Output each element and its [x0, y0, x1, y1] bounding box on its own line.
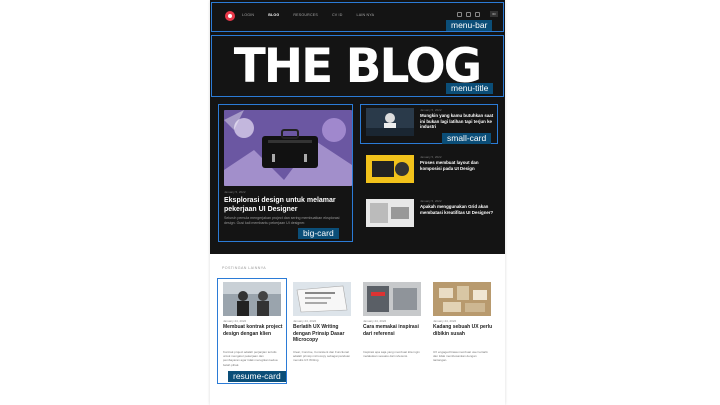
resume-card-excerpt: Inspirasi apa saja yang membuat kita ing… — [363, 350, 420, 359]
resume-card-date: January 24, 2022 — [293, 319, 317, 323]
small-card-date: January 5, 2022 — [420, 155, 442, 159]
resume-card-image — [363, 282, 421, 316]
resume-card[interactable]: January 24, 2022 Berlatih UX Writing den… — [288, 278, 356, 384]
resume-card-excerpt: Clear, Concise, Consistent dan Functiona… — [293, 350, 351, 363]
resume-card-annotation-tag: resume-card — [228, 371, 286, 382]
resume-card-date: January 24, 2022 — [433, 319, 457, 323]
resume-card-image — [433, 282, 491, 316]
resume-card-excerpt: UX engaged biasa membuat user tertarik d… — [433, 350, 488, 363]
resume-card[interactable]: January 24, 2022 Cara memakai inspirasi … — [358, 278, 426, 384]
small-card-headline[interactable]: Proses membuat layout dan komposisi pada… — [420, 160, 498, 171]
resume-card[interactable]: January 24, 2022 Kadang sebuah UX perlu … — [428, 278, 496, 384]
small-card-image — [366, 199, 414, 227]
small-card-headline[interactable]: Apakah menggunakan Grid akan membatasi k… — [420, 204, 498, 215]
menu-title-annotation-tag: menu-title — [446, 83, 494, 94]
big-card-annotation-tag: big-card — [298, 228, 339, 239]
resume-card-headline[interactable]: Kadang sebuah UX perlu dibikin susah — [433, 324, 493, 337]
big-card-annotation-box — [218, 104, 353, 242]
resume-card-headline[interactable]: Cara memakai inspirasi dari referensi — [363, 324, 423, 337]
resume-card-image — [293, 282, 351, 316]
resume-card-date: January 24, 2022 — [363, 319, 387, 323]
small-card[interactable]: January 5, 2022 Apakah menggunakan Grid … — [362, 196, 500, 230]
menu-bar-annotation-tag: menu-bar — [446, 20, 493, 31]
small-card-image — [366, 155, 414, 183]
section-label: POSTINGAN LAINNYA — [222, 266, 267, 270]
small-card[interactable]: January 5, 2022 Proses membuat layout da… — [362, 152, 500, 186]
small-card-date: January 5, 2022 — [420, 199, 442, 203]
small-card-annotation-tag: small-card — [442, 133, 492, 144]
resume-card-annotation-box — [217, 278, 287, 384]
resume-card-headline[interactable]: Berlatih UX Writing dengan Prinsip Dasar… — [293, 324, 353, 344]
